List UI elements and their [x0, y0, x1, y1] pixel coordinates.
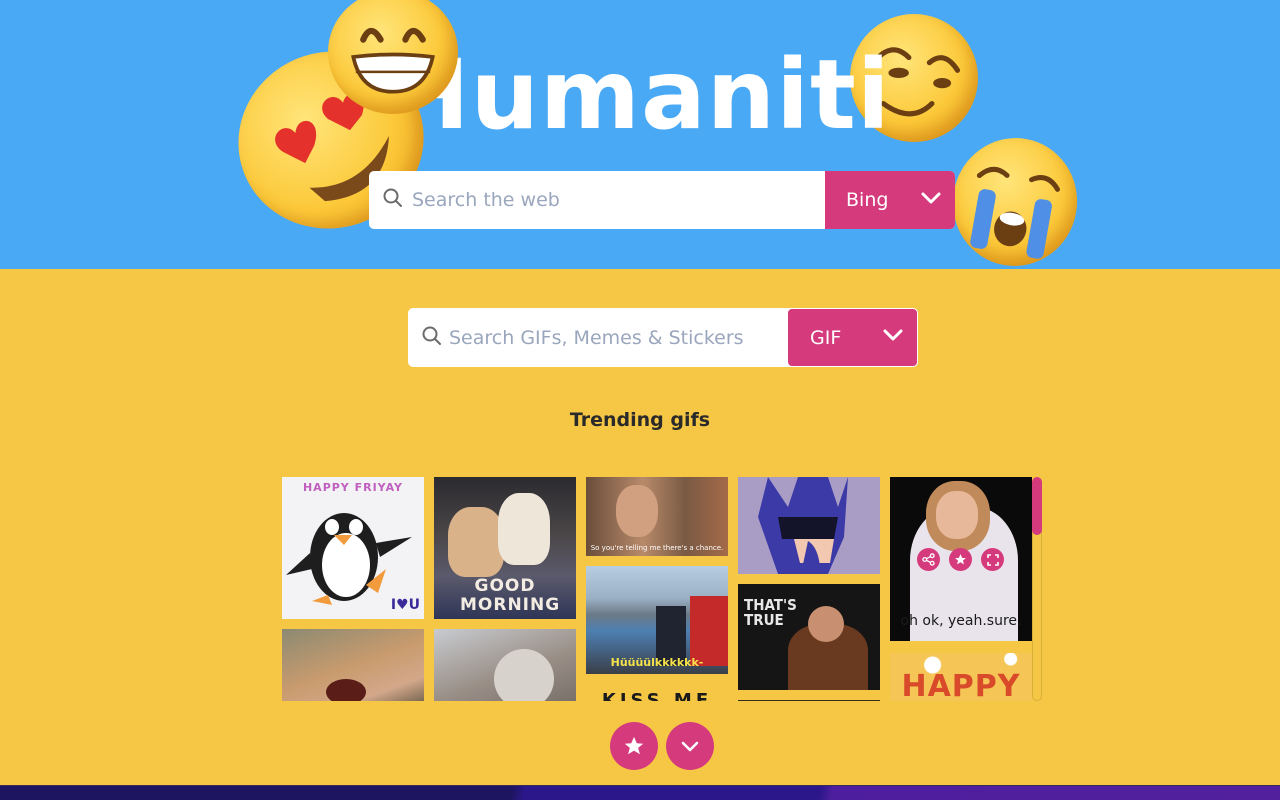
scrollbar-thumb[interactable]: [1032, 477, 1042, 535]
gif-item[interactable]: HAPPY FRIYAY I♥U: [282, 477, 424, 619]
star-icon: [624, 736, 644, 755]
gif-grid-scrollbar[interactable]: [1032, 477, 1042, 701]
gif-item[interactable]: KISS ME: [586, 684, 728, 701]
gif-item[interactable]: [738, 477, 880, 574]
favorite-button[interactable]: [949, 548, 972, 571]
trending-gif-grid[interactable]: HAPPY FRIYAY I♥U GOOD MORNING So you're …: [282, 477, 1042, 701]
gif-caption: So you're telling me there's a chance.: [590, 544, 724, 552]
fullscreen-button[interactable]: [981, 548, 1004, 571]
gif-item[interactable]: THAT'S TRUE: [738, 584, 880, 690]
star-icon: [955, 554, 966, 565]
gif-subcaption: I♥U: [390, 597, 420, 613]
chevron-down-icon: [881, 323, 905, 352]
chihuahua-white: [498, 493, 550, 565]
share-icon: [922, 553, 935, 566]
cat: [494, 649, 554, 701]
share-button[interactable]: [917, 548, 940, 571]
gif-caption: GOOD MORNING: [460, 576, 561, 615]
web-search-field: [369, 171, 825, 229]
face: [936, 491, 978, 539]
chihuahua-tan: [448, 507, 504, 577]
open-mouth: [326, 679, 366, 701]
gif-caption: oh ok, yeah.sure.: [900, 613, 1022, 629]
hero-banner: Humaniti Bing: [0, 0, 1280, 269]
web-search-input[interactable]: [404, 189, 825, 211]
media-type-dropdown[interactable]: GIF: [787, 308, 918, 367]
favorites-button[interactable]: [610, 722, 658, 770]
face: [808, 606, 844, 642]
gif-caption: THAT'S TRUE: [744, 596, 797, 629]
gif-caption: HAPPY: [901, 669, 1021, 701]
gif-item[interactable]: oh ok, yeah.sure.: [890, 477, 1032, 641]
loudly-crying-emoji-icon: [942, 128, 1088, 269]
chevron-down-icon: [681, 741, 699, 752]
gif-item[interactable]: HAPPY: [890, 653, 1032, 701]
gif-item[interactable]: So you're telling me there's a chance.: [586, 477, 728, 556]
gif-item[interactable]: GOOD MORNING: [434, 477, 576, 619]
gif-item[interactable]: [434, 629, 576, 701]
grinning-emoji-icon: [328, 0, 458, 114]
batman-illustration-icon: [758, 477, 848, 574]
gif-caption: KISS ME: [601, 690, 713, 701]
expand-down-button[interactable]: [666, 722, 714, 770]
chevron-down-icon: [919, 186, 943, 215]
brand-logo[interactable]: Humaniti: [0, 40, 1280, 150]
gif-search-field: [408, 308, 787, 367]
footer-band: [0, 785, 1280, 800]
search-engine-label: Bing: [846, 189, 889, 211]
search-icon: [421, 325, 443, 351]
gif-search-input[interactable]: [443, 326, 787, 349]
gif-item[interactable]: Hüüüülkkkkkk-: [586, 566, 728, 674]
gif-item[interactable]: [282, 629, 424, 701]
trending-title: Trending gifs: [569, 409, 711, 431]
web-search-bar: Bing: [369, 171, 955, 229]
search-icon: [382, 187, 404, 213]
gif-search-bar: GIF: [408, 308, 918, 367]
search-engine-dropdown[interactable]: Bing: [825, 171, 955, 229]
gif-item[interactable]: [738, 700, 880, 701]
gif-caption: Hüüüülkkkkkk-: [610, 656, 704, 669]
face: [616, 485, 658, 537]
media-type-label: GIF: [810, 326, 842, 349]
expand-icon: [986, 553, 999, 566]
